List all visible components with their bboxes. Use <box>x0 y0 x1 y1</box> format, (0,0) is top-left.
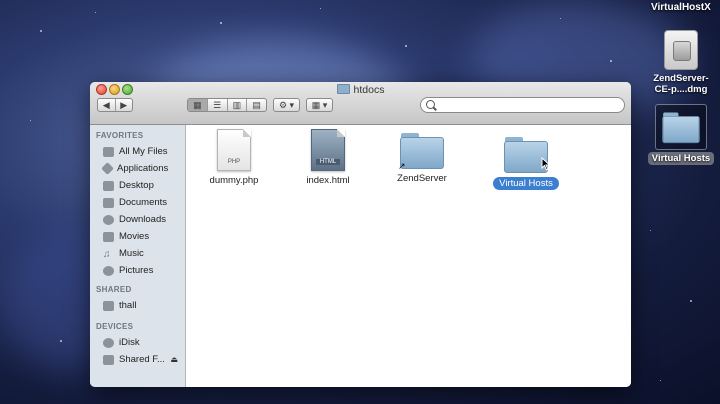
eject-icon[interactable]: ⏏ <box>170 355 178 364</box>
sidebar-item-idisk[interactable]: iDisk <box>90 334 185 351</box>
sidebar-item-thall[interactable]: thall <box>90 297 185 314</box>
window-title: htdocs <box>90 84 631 96</box>
folder-alias-icon: ↗ <box>398 131 444 171</box>
sidebar-item-desktop[interactable]: Desktop <box>90 177 185 194</box>
search-icon <box>426 100 435 109</box>
pictures-icon <box>103 265 114 276</box>
arrange-menu-button[interactable]: ▦ ▾ <box>306 98 333 112</box>
back-forward-group: ◀ ▶ <box>97 98 133 112</box>
applications-icon <box>101 162 114 175</box>
file-name: index.html <box>306 175 350 186</box>
coverflow-view-button[interactable]: ▤ <box>247 99 266 111</box>
file-item-index-html[interactable]: HTML index.html <box>288 129 368 186</box>
sidebar-section-shared: SHARED <box>96 285 132 294</box>
file-item-zendserver-alias[interactable]: ↗ ZendServer <box>382 131 462 184</box>
desktop-icon <box>103 180 114 191</box>
sidebar-item-shared-folder[interactable]: Shared F... ⏏ <box>90 351 185 368</box>
file-item-virtual-hosts[interactable]: Virtual Hosts <box>476 135 576 190</box>
folder-icon <box>336 84 350 94</box>
desktop-item-zendserver-dmg[interactable]: ZendServer- CE-p....dmg <box>648 30 714 95</box>
window-title-text: htdocs <box>353 84 385 96</box>
movies-icon <box>103 231 114 242</box>
sidebar-item-all-my-files[interactable]: All My Files <box>90 143 185 160</box>
desktop-top-label: VirtualHostX <box>651 2 711 13</box>
all-files-icon <box>103 146 114 157</box>
file-browser[interactable]: PHP dummy.php HTML index.html ↗ ZendServ… <box>186 125 631 387</box>
drive-icon <box>103 354 114 365</box>
sidebar-item-downloads[interactable]: Downloads <box>90 211 185 228</box>
idisk-icon <box>103 337 114 348</box>
computer-icon <box>103 300 114 311</box>
list-view-button[interactable]: ☰ <box>208 99 228 111</box>
file-item-dummy-php[interactable]: PHP dummy.php <box>194 129 274 186</box>
desktop-item-virtual-hosts[interactable]: Virtual Hosts <box>646 104 716 165</box>
view-mode-group: ▦ ☰ ▥ ▤ <box>187 98 267 112</box>
sidebar-section-favorites: FAVORITES <box>96 131 144 140</box>
column-view-button[interactable]: ▥ <box>228 99 248 111</box>
php-file-icon: PHP <box>217 129 251 171</box>
back-button[interactable]: ◀ <box>98 99 116 111</box>
sidebar-item-documents[interactable]: Documents <box>90 194 185 211</box>
sidebar-item-music[interactable]: ♫ Music <box>90 245 185 262</box>
downloads-icon <box>103 214 114 225</box>
html-file-icon: HTML <box>311 129 345 171</box>
sidebar-item-movies[interactable]: Movies <box>90 228 185 245</box>
sidebar-section-devices: DEVICES <box>96 322 134 331</box>
finder-window: htdocs ◀ ▶ ▦ ☰ ▥ ▤ ⚙ ▾ ▦ ▾ FAVORITES All… <box>90 82 631 387</box>
desktop-item-label-line2: CE-p....dmg <box>654 84 708 95</box>
alias-arrow-icon: ↗ <box>398 161 406 171</box>
dmg-icon <box>664 30 698 70</box>
folder-icon <box>655 104 707 150</box>
desktop-item-label: Virtual Hosts <box>647 152 715 165</box>
forward-button[interactable]: ▶ <box>116 99 133 111</box>
documents-icon <box>103 197 114 208</box>
search-field[interactable] <box>420 97 625 113</box>
sidebar-item-applications[interactable]: Applications <box>90 160 185 177</box>
action-menu-button[interactable]: ⚙ ▾ <box>273 98 300 112</box>
sidebar-item-pictures[interactable]: Pictures <box>90 262 185 279</box>
titlebar[interactable]: htdocs ◀ ▶ ▦ ☰ ▥ ▤ ⚙ ▾ ▦ ▾ <box>90 82 631 125</box>
file-name: dummy.php <box>209 175 259 186</box>
music-icon: ♫ <box>103 248 111 260</box>
mouse-cursor-icon <box>541 157 551 171</box>
icon-view-button[interactable]: ▦ <box>188 99 208 111</box>
sidebar: FAVORITES All My Files Applications Desk… <box>90 125 186 387</box>
file-name-selected: Virtual Hosts <box>493 177 559 190</box>
desktop-item-label-line1: ZendServer- <box>653 73 709 84</box>
file-name: ZendServer <box>397 173 447 184</box>
